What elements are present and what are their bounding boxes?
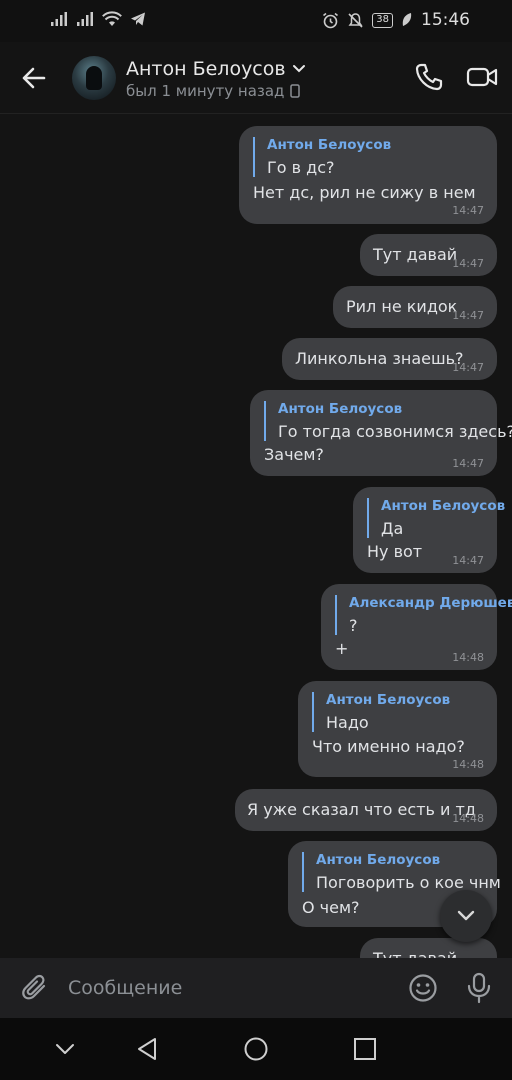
avatar[interactable] <box>72 56 116 100</box>
home-circle-icon[interactable] <box>243 1036 269 1062</box>
signal-icon-2 <box>77 12 93 26</box>
reply-quote[interactable]: Антон Белоусов Го тогда созвонимся здесь… <box>264 401 512 441</box>
message-text: Ну вот <box>367 542 423 561</box>
message-time: 14:47 <box>452 361 484 374</box>
chevron-down-icon <box>292 65 305 73</box>
message-time: 14:47 <box>452 257 484 270</box>
message-time: 14:47 <box>452 554 484 567</box>
reply-text: Да <box>381 519 404 538</box>
message-time: 14:47 <box>452 309 484 322</box>
reply-text: Го в дс? <box>267 158 335 177</box>
message-bubble[interactable]: Я уже сказал что есть и тд 14:48 <box>235 789 497 831</box>
status-left <box>50 11 146 27</box>
status-right: 38 15:46 <box>322 10 470 30</box>
message-bubble[interactable]: Антон Белоусов Да Ну вот 14:47 <box>353 487 505 573</box>
message-time: 14:47 <box>452 204 484 217</box>
message-text: Тут давай <box>373 245 458 264</box>
last-seen-text: был 1 минуту назад <box>126 82 285 100</box>
message-bubble[interactable]: Антон Белоусов Го тогда созвонимся здесь… <box>250 390 512 476</box>
status-time: 15:46 <box>421 10 470 30</box>
chat-header: Антон Белоусов был 1 минуту назад <box>0 42 512 114</box>
reply-author: Антон Белоусов <box>316 852 441 868</box>
back-triangle-icon[interactable] <box>134 1036 160 1062</box>
contact-status-row: был 1 минуту назад <box>126 82 301 100</box>
microphone-icon[interactable] <box>466 972 492 1004</box>
message-text: О чем? <box>302 898 360 917</box>
system-navigation-bar <box>0 1018 512 1080</box>
message-text: Нет дс, рил не сижу в нем <box>253 183 476 202</box>
message-text: Линкольна знаешь? <box>295 349 464 368</box>
reply-author: Антон Белоусов <box>267 137 392 153</box>
paperclip-icon[interactable] <box>20 973 50 1003</box>
message-time: 14:48 <box>452 758 484 771</box>
message-composer <box>0 958 512 1018</box>
smile-icon[interactable] <box>408 973 438 1003</box>
battery-indicator: 38 <box>372 12 393 28</box>
message-bubble[interactable]: Антон Белоусов Го в дс? Нет дс, рил не с… <box>239 126 497 224</box>
message-bubble[interactable]: Антон Белоусов Надо Что именно надо? 14:… <box>298 681 497 777</box>
message-bubble[interactable]: Александр Дерюшев ? + 14:48 <box>321 584 512 670</box>
video-camera-icon[interactable] <box>466 62 498 92</box>
alarm-icon <box>323 12 339 28</box>
message-text: + <box>335 639 349 658</box>
message-time: 14:47 <box>452 457 484 470</box>
message-text: Что именно надо? <box>312 737 465 756</box>
reply-quote[interactable]: Антон Белоусов Поговорить о кое чнм <box>302 852 501 892</box>
message-text: Зачем? <box>264 445 324 464</box>
reply-quote[interactable]: Антон Белоусов Го в дс? <box>253 137 391 177</box>
phone-icon[interactable] <box>414 62 444 92</box>
message-input[interactable] <box>68 970 388 1006</box>
reply-text: Поговорить о кое чнм <box>316 873 501 892</box>
message-time: 14:48 <box>452 812 484 825</box>
reply-text: Го тогда созвонимся здесь? <box>278 422 512 441</box>
telegram-icon <box>131 12 145 26</box>
mute-icon <box>348 12 363 28</box>
chevron-down-icon <box>457 910 475 921</box>
reply-quote[interactable]: Александр Дерюшев ? <box>335 595 512 635</box>
contact-name: Антон Белоусов <box>126 58 286 80</box>
chevron-down-icon[interactable] <box>52 1036 78 1062</box>
reply-author: Александр Дерюшев <box>349 595 512 611</box>
message-text: Тут давай <box>373 949 457 958</box>
message-bubble[interactable]: Линкольна знаешь? 14:47 <box>282 338 497 380</box>
status-bar: 38 15:46 <box>0 0 512 42</box>
leaf-icon <box>402 13 412 26</box>
message-time: 14:48 <box>452 651 484 664</box>
recents-square-icon[interactable] <box>352 1036 378 1062</box>
reply-text: ? <box>349 616 358 635</box>
back-arrow-icon[interactable] <box>20 64 48 92</box>
message-text: Рил не кидок <box>346 297 458 316</box>
message-bubble[interactable]: Рил не кидок 14:47 <box>333 286 497 328</box>
contact-name-row[interactable]: Антон Белоусов <box>126 58 306 80</box>
wifi-icon <box>102 11 122 26</box>
message-text: Я уже сказал что есть и тд <box>247 800 476 819</box>
signal-icon <box>51 12 67 26</box>
reply-author: Антон Белоусов <box>278 401 403 417</box>
reply-author: Антон Белоусов <box>326 692 451 708</box>
message-bubble[interactable]: Тут давай <box>360 938 497 958</box>
scroll-down-button[interactable] <box>440 890 492 942</box>
reply-text: Надо <box>326 713 369 732</box>
message-list[interactable]: Антон Белоусов Го в дс? Нет дс, рил не с… <box>0 114 512 958</box>
reply-quote[interactable]: Антон Белоусов Надо <box>312 692 450 732</box>
mobile-device-icon <box>290 84 301 98</box>
message-bubble[interactable]: Тут давай 14:47 <box>360 234 497 276</box>
reply-quote[interactable]: Антон Белоусов Да <box>367 498 505 538</box>
reply-author: Антон Белоусов <box>381 498 506 514</box>
